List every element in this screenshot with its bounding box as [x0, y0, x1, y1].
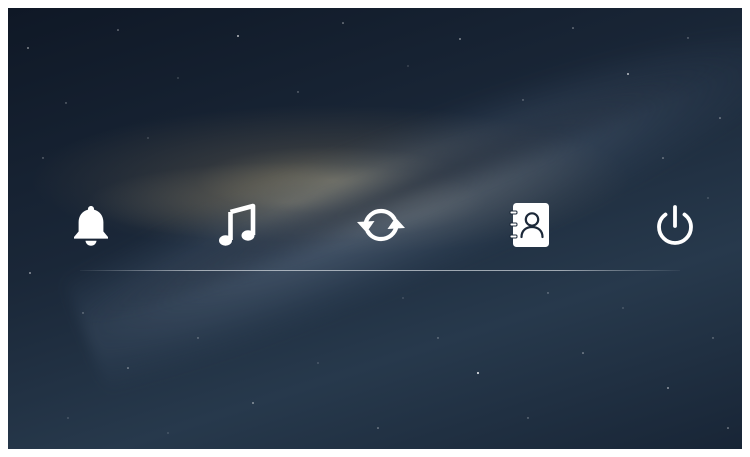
music-note-icon	[219, 203, 256, 246]
music-button[interactable]	[210, 198, 264, 252]
notifications-button[interactable]	[64, 198, 118, 252]
power-button[interactable]	[648, 198, 702, 252]
app-dock	[8, 198, 742, 258]
contacts-button[interactable]	[503, 198, 557, 252]
device-frame	[0, 0, 750, 457]
power-icon	[657, 205, 693, 245]
sync-button[interactable]	[354, 198, 408, 252]
dock-divider	[80, 270, 680, 271]
bell-icon	[74, 206, 108, 246]
home-screen	[8, 8, 742, 449]
contacts-book-icon	[509, 203, 549, 247]
refresh-icon	[357, 208, 405, 242]
